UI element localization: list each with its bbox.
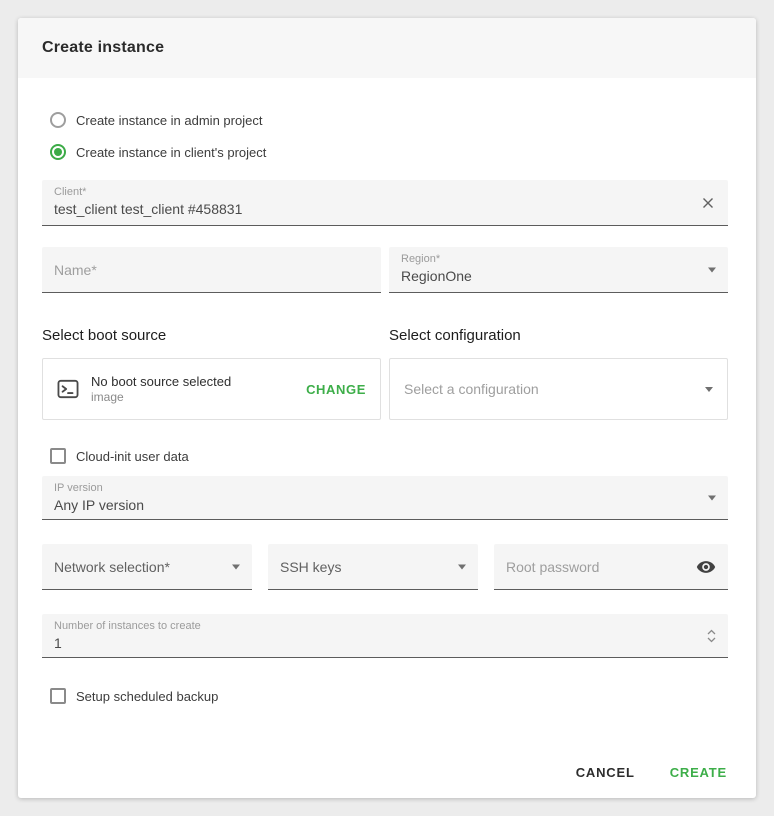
name-region-row: Region* RegionOne <box>42 247 728 293</box>
network-ssh-password-row: Network selection* SSH keys <box>42 544 728 590</box>
create-button[interactable]: CREATE <box>670 765 727 780</box>
radio-client-label: Create instance in client's project <box>76 145 266 160</box>
change-boot-source-button[interactable]: CHANGE <box>306 382 366 397</box>
chevron-down-icon <box>708 267 716 272</box>
dialog-actions: CANCEL CREATE <box>576 765 727 780</box>
chevron-down-icon <box>232 564 240 569</box>
dialog-header: Create instance <box>18 18 756 78</box>
configuration-heading: Select configuration <box>389 327 728 344</box>
network-placeholder: Network selection* <box>54 559 170 575</box>
cancel-button[interactable]: CANCEL <box>576 765 635 780</box>
configuration-select[interactable]: Select a configuration <box>389 358 728 420</box>
checkbox-unchecked-icon[interactable] <box>50 448 66 464</box>
dialog-body: Create instance in admin project Create … <box>18 78 756 798</box>
name-input[interactable] <box>54 262 369 278</box>
checkbox-unchecked-icon[interactable] <box>50 688 66 704</box>
region-select[interactable]: Region* RegionOne <box>389 247 728 293</box>
clear-client-icon[interactable] <box>700 195 716 211</box>
boot-source-text: No boot source selected image <box>91 374 231 404</box>
radio-admin-label: Create instance in admin project <box>76 113 262 128</box>
boot-config-row: No boot source selected image CHANGE Sel… <box>42 358 728 420</box>
root-password-field[interactable] <box>494 544 728 590</box>
radio-client-project[interactable]: Create instance in client's project <box>50 144 728 160</box>
client-field-label: Client* <box>54 186 716 198</box>
network-select[interactable]: Network selection* <box>42 544 252 590</box>
number-stepper[interactable] <box>707 629 716 642</box>
create-instance-dialog: Create instance Create instance in admin… <box>18 18 756 798</box>
dialog-title: Create instance <box>42 39 164 57</box>
region-value: RegionOne <box>401 268 716 284</box>
region-label: Region* <box>401 253 716 265</box>
radio-selected-icon[interactable] <box>50 144 66 160</box>
boot-source-status: No boot source selected <box>91 374 231 389</box>
instance-count-field[interactable]: Number of instances to create 1 <box>42 614 728 658</box>
terminal-icon <box>57 379 79 399</box>
radio-unselected-icon[interactable] <box>50 112 66 128</box>
boot-source-heading: Select boot source <box>42 327 381 344</box>
ssh-keys-placeholder: SSH keys <box>280 559 341 575</box>
cloud-init-label: Cloud-init user data <box>76 449 189 464</box>
configuration-placeholder: Select a configuration <box>404 381 539 397</box>
ip-version-label: IP version <box>54 482 716 494</box>
section-headings: Select boot source Select configuration <box>42 327 728 344</box>
scheduled-backup-label: Setup scheduled backup <box>76 689 218 704</box>
cloud-init-checkbox-row[interactable]: Cloud-init user data <box>42 448 728 464</box>
stepper-down-icon <box>707 636 716 642</box>
project-radio-group: Create instance in admin project Create … <box>42 78 728 160</box>
boot-source-type: image <box>91 390 231 404</box>
instance-count-value: 1 <box>54 635 716 651</box>
scheduled-backup-checkbox-row[interactable]: Setup scheduled backup <box>42 688 728 704</box>
ip-version-value: Any IP version <box>54 497 716 513</box>
boot-source-card: No boot source selected image CHANGE <box>42 358 381 420</box>
eye-icon[interactable] <box>696 557 716 577</box>
ip-version-select[interactable]: IP version Any IP version <box>42 476 728 520</box>
client-field-value: test_client test_client #458831 <box>54 201 716 217</box>
chevron-down-icon <box>705 387 713 392</box>
client-field[interactable]: Client* test_client test_client #458831 <box>42 180 728 226</box>
chevron-down-icon <box>708 495 716 500</box>
name-field[interactable] <box>42 247 381 293</box>
chevron-down-icon <box>458 564 466 569</box>
stepper-up-icon <box>707 629 716 635</box>
instance-count-label: Number of instances to create <box>54 620 716 632</box>
ssh-keys-select[interactable]: SSH keys <box>268 544 478 590</box>
radio-admin-project[interactable]: Create instance in admin project <box>50 112 728 128</box>
root-password-input[interactable] <box>506 559 692 575</box>
